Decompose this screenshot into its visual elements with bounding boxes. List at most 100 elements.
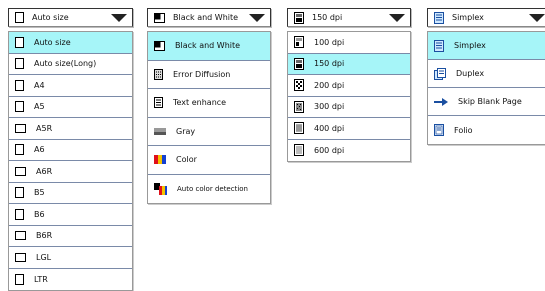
color-mode-option[interactable]: Auto color detection: [148, 175, 270, 204]
scan-side-dropdown[interactable]: Simplex Simplex Duplex Skip Blank Page Foli…: [427, 8, 545, 145]
resolution-option-label: 400 dpi: [314, 123, 345, 133]
simplex-icon: [434, 11, 444, 24]
paper-size-option[interactable]: A6: [9, 140, 132, 161]
chevron-down-icon[interactable]: [389, 14, 405, 22]
paper-size-option-label: LGL: [36, 252, 52, 262]
color-mode-option-label: Color: [176, 155, 197, 165]
color-mode-menu: Black and White Error Diffusion Text enhan…: [147, 31, 271, 204]
paper-size-option-label: A6R: [36, 166, 53, 176]
resolution-select[interactable]: 150 dpi: [287, 8, 411, 27]
scan-side-select[interactable]: Simplex: [427, 8, 545, 27]
resolution-dropdown[interactable]: 150 dpi 100 dpi 150 dpi 200 dpi 300 dpi 400 …: [287, 8, 411, 162]
resolution-option[interactable]: 600 dpi: [288, 140, 410, 162]
chevron-down-icon[interactable]: [249, 14, 265, 22]
skip-blank-page-icon: [434, 97, 448, 106]
paper-size-option[interactable]: LTR: [9, 269, 132, 291]
duplex-icon: [434, 67, 446, 80]
scan-side-option[interactable]: Skip Blank Page: [428, 88, 545, 116]
dpi-400-icon: [294, 122, 304, 135]
paper-size-menu: Auto size Auto size(Long) A4 A5 A5R A6 A6R B5 B6…: [8, 31, 133, 291]
paper-size-option[interactable]: A4: [9, 75, 132, 97]
paper-size-option[interactable]: B6R: [9, 226, 132, 247]
paper-size-select[interactable]: Auto size: [8, 8, 133, 27]
resolution-option[interactable]: 300 dpi: [288, 97, 410, 118]
simplex-icon: [434, 39, 444, 52]
error-diffusion-icon: [154, 68, 163, 80]
scan-side-option-label: Simplex: [454, 41, 486, 50]
text-enhance-icon: [154, 97, 163, 109]
page-portrait-icon: [15, 58, 24, 70]
resolution-menu: 100 dpi 150 dpi 200 dpi 300 dpi 400 dpi 600 d…: [287, 31, 411, 162]
color-mode-option[interactable]: Error Diffusion: [148, 61, 270, 89]
page-portrait-icon: [15, 12, 24, 23]
resolution-selected-value: 150 dpi: [312, 13, 343, 22]
paper-size-option-label: Auto size: [34, 37, 71, 47]
page-portrait-icon: [15, 273, 24, 285]
scan-side-option[interactable]: Folio: [428, 116, 545, 144]
scan-side-option-label: Folio: [454, 125, 473, 135]
page-portrait-icon: [15, 144, 24, 156]
resolution-option-label: 100 dpi: [314, 37, 345, 47]
resolution-option-label: 600 dpi: [314, 145, 345, 155]
paper-size-option[interactable]: B6: [9, 204, 132, 226]
page-portrait-icon: [15, 101, 24, 113]
scan-side-menu: Simplex Duplex Skip Blank Page Folio: [427, 31, 545, 145]
color-mode-option-label: Black and White: [175, 41, 241, 51]
paper-size-option-label: A4: [34, 80, 45, 90]
paper-size-option-label: Auto size(Long): [34, 59, 97, 69]
page-portrait-icon: [15, 187, 24, 199]
dpi-300-icon: [294, 100, 304, 113]
dpi-150-icon: [294, 57, 304, 70]
paper-size-option-label: A6: [34, 145, 45, 155]
gray-icon: [154, 127, 166, 135]
scan-side-selected-value: Simplex: [452, 13, 484, 22]
auto-color-icon: [154, 182, 167, 195]
black-white-icon: [154, 12, 165, 23]
page-portrait-icon: [15, 208, 24, 220]
resolution-option-label: 200 dpi: [314, 80, 345, 90]
resolution-option[interactable]: 100 dpi: [288, 32, 410, 54]
color-mode-option[interactable]: Gray: [148, 118, 270, 146]
paper-size-option-label: A5: [34, 102, 45, 112]
color-mode-option-label: Error Diffusion: [173, 69, 231, 79]
scan-side-option[interactable]: Simplex: [428, 32, 545, 60]
scan-side-option-label: Skip Blank Page: [458, 97, 522, 106]
color-mode-option-label: Gray: [176, 126, 196, 136]
page-landscape-icon: [15, 123, 26, 133]
page-landscape-icon: [15, 166, 26, 176]
dpi-100-icon: [294, 36, 304, 49]
color-mode-option[interactable]: Black and White: [148, 32, 270, 61]
page-portrait-icon: [15, 36, 24, 48]
paper-size-option[interactable]: Auto size: [9, 32, 132, 54]
page-landscape-icon: [15, 231, 26, 241]
paper-size-option[interactable]: B5: [9, 183, 132, 204]
paper-size-option[interactable]: Auto size(Long): [9, 54, 132, 75]
scan-side-option-label: Duplex: [456, 69, 485, 78]
paper-size-dropdown[interactable]: Auto size Auto size Auto size(Long) A4 A5 A5…: [8, 8, 133, 291]
chevron-down-icon[interactable]: [529, 14, 545, 22]
paper-size-selected-value: Auto size: [32, 13, 69, 22]
resolution-option[interactable]: 200 dpi: [288, 75, 410, 97]
paper-size-option[interactable]: A5: [9, 97, 132, 118]
color-mode-select[interactable]: Black and White: [147, 8, 271, 27]
dpi-200-icon: [294, 79, 304, 92]
resolution-option-label: 300 dpi: [314, 102, 345, 112]
color-mode-option[interactable]: Color: [148, 146, 270, 175]
page-portrait-icon: [15, 79, 24, 91]
dpi-150-icon: [294, 11, 304, 24]
color-mode-dropdown[interactable]: Black and White Black and White Error Dif…: [147, 8, 271, 204]
color-mode-option-label: Auto color detection: [177, 184, 248, 193]
resolution-option[interactable]: 150 dpi: [288, 53, 410, 75]
scan-side-option[interactable]: Duplex: [428, 60, 545, 88]
paper-size-option[interactable]: A5R: [9, 118, 132, 140]
paper-size-option[interactable]: LGL: [9, 247, 132, 269]
paper-size-option[interactable]: A6R: [9, 161, 132, 183]
color-icon: [154, 155, 166, 165]
color-mode-selected-value: Black and White: [173, 13, 239, 22]
page-landscape-icon: [15, 252, 26, 262]
resolution-option[interactable]: 400 dpi: [288, 118, 410, 140]
chevron-down-icon[interactable]: [111, 14, 127, 22]
color-mode-option[interactable]: Text enhance: [148, 89, 270, 118]
paper-size-option-label: A5R: [36, 123, 53, 133]
paper-size-option-label: B5: [34, 188, 45, 198]
